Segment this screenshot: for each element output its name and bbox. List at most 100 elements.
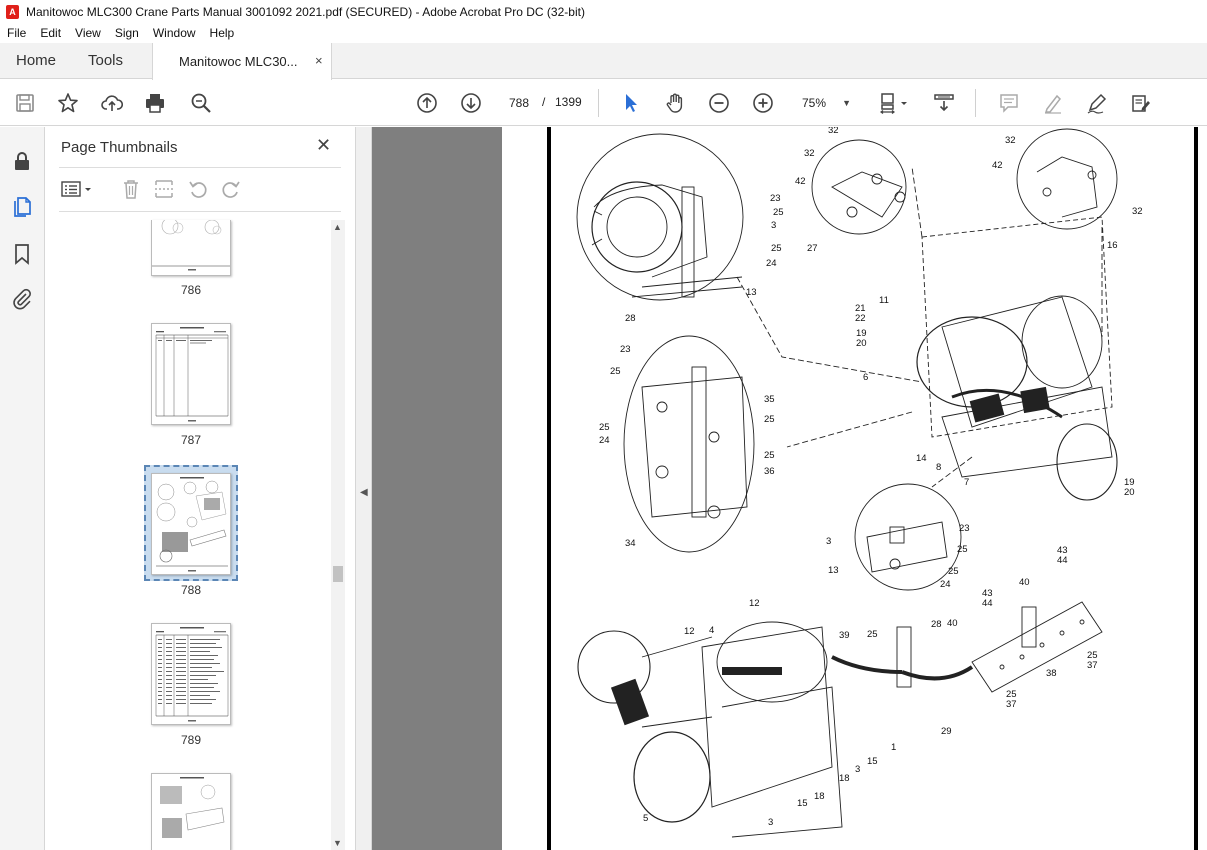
insert-page-icon[interactable] xyxy=(153,178,175,200)
callout-label: 7 xyxy=(964,477,969,488)
callout-label: 15 xyxy=(867,756,878,767)
callout-label: 39 xyxy=(839,630,850,641)
chevron-down-icon: ▼ xyxy=(842,98,851,108)
thumbnail-page-789[interactable] xyxy=(151,623,231,725)
callout-label: 40 xyxy=(1019,577,1030,588)
attachments-icon[interactable] xyxy=(11,288,33,310)
detail-circle-mount-foot xyxy=(623,335,755,553)
callout-label: 18 xyxy=(839,773,850,784)
panel-close-icon[interactable]: ✕ xyxy=(316,135,331,156)
callout-label: 4 xyxy=(709,625,714,636)
detail-circle-isolator xyxy=(854,483,962,591)
rotate-clockwise-icon[interactable] xyxy=(220,178,242,200)
toolbar-divider xyxy=(975,89,976,117)
save-icon[interactable] xyxy=(13,91,37,115)
callout-label: 32 xyxy=(828,127,839,136)
callout-label: 28 xyxy=(625,313,636,324)
menu-view[interactable]: View xyxy=(75,26,101,40)
parts-diagram: 32 32 42 27 32 42 32 16 23 25 3 25 24 13… xyxy=(576,127,1143,838)
scrolling-mode-icon[interactable] xyxy=(932,91,956,115)
callout-label: 37 xyxy=(1087,660,1098,671)
panel-collapse-handle[interactable]: ◀ xyxy=(356,127,372,850)
document-viewport[interactable]: 32 32 42 27 32 42 32 16 23 25 3 25 24 13… xyxy=(372,127,1207,850)
zoom-in-icon[interactable] xyxy=(751,91,775,115)
tab-home[interactable]: Home xyxy=(16,52,56,69)
draw-signature-icon[interactable] xyxy=(1085,91,1109,115)
callout-label: 3 xyxy=(771,220,776,231)
menu-file[interactable]: File xyxy=(7,26,26,40)
callout-label: 25 xyxy=(764,450,775,461)
callout-label: 32 xyxy=(804,148,815,159)
scroll-up-icon[interactable]: ▲ xyxy=(333,222,342,232)
tab-close-icon[interactable]: × xyxy=(315,53,323,68)
document-page: 32 32 42 27 32 42 32 16 23 25 3 25 24 13… xyxy=(502,127,1207,850)
thumbnail-scrollbar[interactable]: ▲ ▼ xyxy=(331,220,345,850)
menu-edit[interactable]: Edit xyxy=(40,26,61,40)
callout-label: 32 xyxy=(1005,135,1016,146)
fit-page-chevron-icon[interactable] xyxy=(898,91,910,115)
callout-label: 44 xyxy=(982,598,993,609)
thumbnail-options-icon[interactable] xyxy=(61,178,97,200)
left-rail xyxy=(0,127,45,850)
callout-label: 42 xyxy=(795,176,806,187)
callout-label: 14 xyxy=(916,453,927,464)
zoom-out-icon[interactable] xyxy=(707,91,731,115)
comment-icon[interactable] xyxy=(997,91,1021,115)
callout-label: 15 xyxy=(797,798,808,809)
lock-icon[interactable] xyxy=(11,150,33,172)
select-cursor-icon[interactable] xyxy=(619,91,643,115)
page-thumbnails-icon[interactable] xyxy=(11,195,33,217)
callout-label: 24 xyxy=(766,258,777,269)
next-page-icon[interactable] xyxy=(459,91,483,115)
tab-bar: Home Tools Manitowoc MLC30... × xyxy=(0,43,1207,80)
thumbnail-page-787[interactable] xyxy=(151,323,231,425)
callout-label: 28 xyxy=(931,619,942,630)
menu-sign[interactable]: Sign xyxy=(115,26,139,40)
fill-sign-icon[interactable] xyxy=(1129,91,1153,115)
callout-label: 12 xyxy=(749,598,760,609)
callout-label: 24 xyxy=(599,435,610,446)
callout-label: 3 xyxy=(855,764,860,775)
upload-cloud-icon[interactable] xyxy=(100,91,124,115)
thumbnail-page-790[interactable] xyxy=(151,773,231,850)
thumbnail-page-788[interactable] xyxy=(151,473,231,575)
callout-label: 16 xyxy=(1107,240,1118,251)
thumbnail-label-786: 786 xyxy=(180,283,202,297)
bookmarks-icon[interactable] xyxy=(11,243,33,265)
tab-tools[interactable]: Tools xyxy=(88,52,123,69)
callout-label: 40 xyxy=(947,618,958,629)
panel-divider xyxy=(59,211,341,212)
callout-label: 23 xyxy=(620,344,631,355)
menu-help[interactable]: Help xyxy=(210,26,235,40)
scrollbar-thumb[interactable] xyxy=(333,566,343,582)
callout-label: 35 xyxy=(764,394,775,405)
menu-window[interactable]: Window xyxy=(153,26,196,40)
zoom-level-select[interactable]: 75% ▼ xyxy=(795,90,857,116)
callout-label: 25 xyxy=(599,422,610,433)
highlight-pen-icon[interactable] xyxy=(1041,91,1065,115)
bookmark-star-icon[interactable] xyxy=(56,91,80,115)
thumbnail-label-789: 789 xyxy=(180,733,202,747)
title-bar: A Manitowoc MLC300 Crane Parts Manual 30… xyxy=(0,0,1207,23)
rotate-counterclockwise-icon[interactable] xyxy=(187,178,209,200)
delete-page-icon[interactable] xyxy=(120,178,142,200)
print-icon[interactable] xyxy=(143,91,167,115)
thumbnail-page-786[interactable] xyxy=(151,220,231,276)
panel-divider xyxy=(59,167,341,168)
callout-label: 18 xyxy=(814,791,825,802)
window-title: Manitowoc MLC300 Crane Parts Manual 3001… xyxy=(26,4,585,19)
callout-label: 12 xyxy=(684,626,695,637)
previous-page-icon[interactable] xyxy=(415,91,439,115)
page-number-input[interactable]: 788 xyxy=(501,90,537,116)
page-separator: / xyxy=(542,95,546,109)
acrobat-icon: A xyxy=(6,4,19,19)
callout-label: 27 xyxy=(807,243,818,254)
zoom-search-icon[interactable] xyxy=(189,91,213,115)
callout-label: 13 xyxy=(828,565,839,576)
callout-label: 25 xyxy=(764,414,775,425)
tab-document[interactable]: Manitowoc MLC30... × xyxy=(152,43,332,80)
callout-label: 23 xyxy=(770,193,781,204)
scroll-down-icon[interactable]: ▼ xyxy=(333,838,342,848)
collapse-arrow-icon[interactable]: ◀ xyxy=(360,487,368,498)
hand-tool-icon[interactable] xyxy=(663,91,687,115)
